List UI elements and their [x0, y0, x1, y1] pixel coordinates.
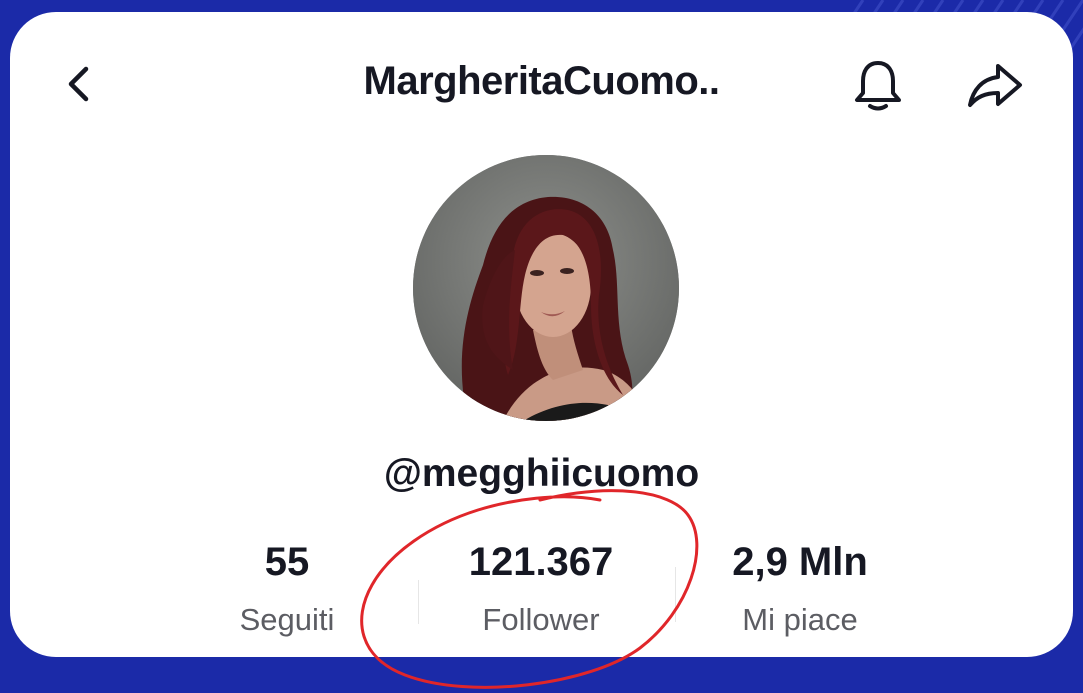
- username-handle: @megghiicuomo: [383, 452, 700, 495]
- following-label: Seguiti: [239, 602, 335, 637]
- followers-label: Follower: [482, 602, 600, 637]
- likes-count: 2,9 Mln: [732, 540, 868, 584]
- likes-label: Mi piace: [742, 602, 858, 637]
- stats-divider: [418, 580, 419, 624]
- profile-card: MargheritaCuomo.. @megghiicuomo 55 Segui…: [10, 12, 1073, 657]
- bell-icon[interactable]: [852, 57, 904, 113]
- share-arrow-icon[interactable]: [965, 60, 1025, 110]
- avatar[interactable]: [413, 155, 679, 421]
- page-title: MargheritaCuomo..: [363, 59, 720, 103]
- following-count: 55: [264, 540, 310, 584]
- stats-divider: [675, 567, 676, 622]
- followers-count: 121.367: [468, 540, 614, 584]
